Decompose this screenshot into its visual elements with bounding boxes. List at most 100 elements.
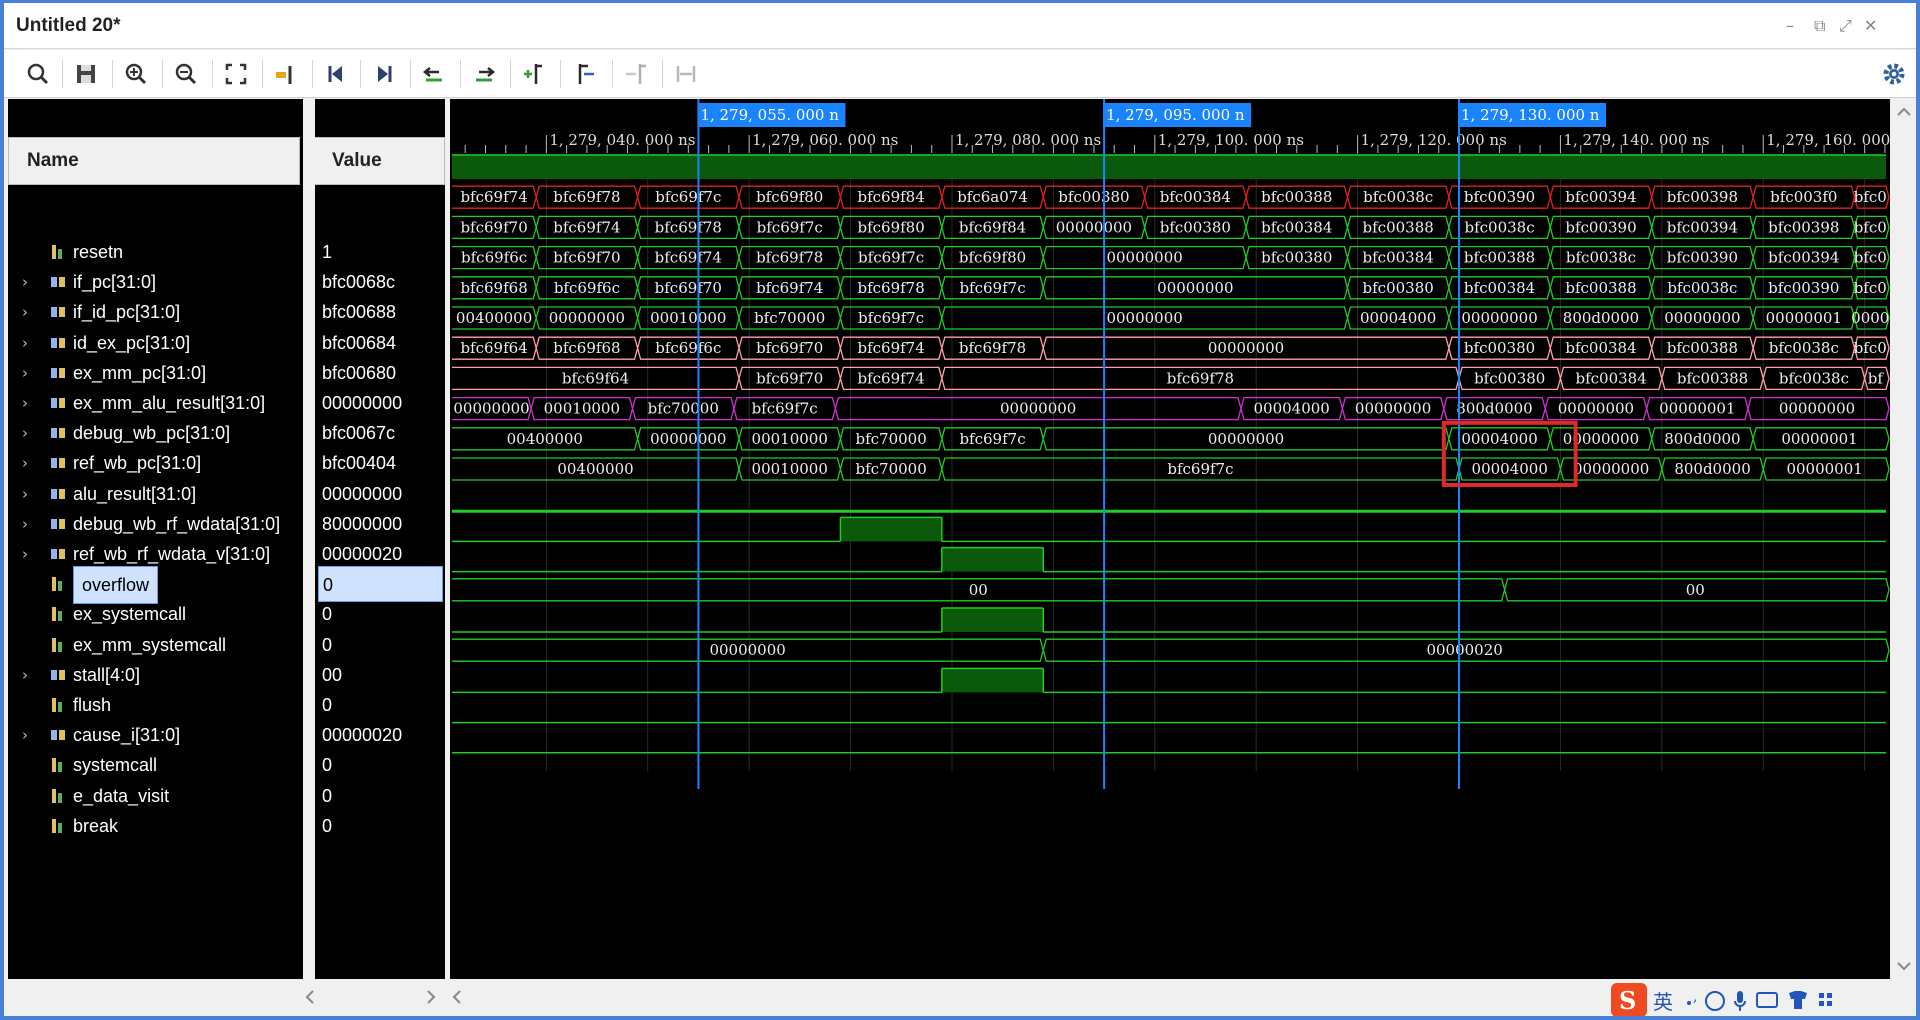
time-axis-label: 1, 279, 040. 000 ns — [549, 131, 695, 149]
bus-value-label: bfc00390 — [1464, 188, 1535, 206]
save-icon[interactable] — [70, 58, 102, 90]
bus-value-label: 800d0000 — [1456, 400, 1532, 418]
bus-value-label: 00000000 — [1106, 309, 1182, 327]
bus-value-label: 00 — [1686, 581, 1705, 599]
signal-name[interactable]: break — [73, 808, 118, 844]
bus-signal-icon — [51, 307, 65, 318]
restore-icon[interactable]: ⧉ — [1814, 16, 1825, 36]
bus-value-label: 00400000 — [557, 460, 633, 478]
time-axis-label: 1, 279, 100. 000 ns — [1158, 131, 1304, 149]
name-column-header[interactable]: Name — [8, 137, 300, 185]
zoom-in-icon[interactable] — [120, 58, 152, 90]
toolbar-separator — [612, 60, 613, 88]
microphone-icon[interactable] — [1734, 991, 1746, 1011]
bus-value-label: 00000001 — [1786, 460, 1862, 478]
bus-value-label: bfc00384 — [1464, 279, 1535, 297]
bus-value-label: bfc69f64 — [460, 339, 527, 357]
waveform-svg[interactable]: 1, 279, 040. 000 ns 1, 279, 060. 000 ns 1,… — [450, 99, 1912, 979]
keyboard-icon[interactable] — [1756, 992, 1778, 1008]
bus-value-label: bfc00394 — [1667, 218, 1738, 236]
bus-value-label: bfc0 — [1854, 249, 1887, 267]
bus-value-label: bfc69f84 — [857, 188, 924, 206]
go-to-start-icon[interactable] — [320, 58, 352, 90]
bit-high-fill — [452, 155, 1886, 179]
bus-value-label: bfc00380 — [1261, 249, 1332, 267]
bus-value-label: 00010000 — [544, 400, 620, 418]
punctuation-icon[interactable]: , — [1687, 989, 1697, 1005]
bus-value-label: 00000001 — [1659, 400, 1735, 418]
minimize-icon[interactable]: – — [1786, 16, 1794, 35]
bus-value-label: bfc0038c — [1769, 339, 1839, 357]
bus-value-label: bfc69f74 — [553, 218, 620, 236]
value-column-header[interactable]: Value — [313, 137, 445, 185]
bus-value-label: bfc69f68 — [460, 279, 527, 297]
bus-value-label: 00000000 — [1664, 309, 1740, 327]
bus-value-label: bfc69f70 — [756, 369, 823, 387]
bus-value-label: bfc00380 — [1474, 369, 1545, 387]
bus-value-label: bfc00398 — [1667, 188, 1738, 206]
go-to-cursor-icon[interactable] — [270, 58, 302, 90]
bus-value-label: bfc00390 — [1667, 249, 1738, 267]
search-icon[interactable] — [22, 58, 54, 90]
bus-value-label: bfc69f7c — [959, 430, 1025, 448]
signal-list-panel: Name Value resetn 1 › if_pc[31:0] bfc0068c › i… — [8, 99, 445, 1016]
bus-value-label: bfc00384 — [1575, 369, 1646, 387]
bus-value-label: bfc69f6c — [554, 279, 620, 297]
bus-value-label: 00000000 — [1573, 460, 1649, 478]
bus-value-label: 00000000 — [1355, 400, 1431, 418]
next-transition-icon[interactable] — [468, 58, 500, 90]
next-marker-icon[interactable] — [620, 58, 652, 90]
bus-signal-icon — [51, 367, 65, 378]
ime-language-label[interactable]: 英 — [1653, 990, 1673, 1014]
bus-value-label: bfc0038c — [1566, 249, 1636, 267]
signal-value: 0 — [322, 815, 333, 836]
zoom-fit-icon[interactable] — [220, 58, 252, 90]
marker-label: 1, 279, 130. 000 n — [1461, 106, 1600, 124]
emoji-icon[interactable] — [1705, 991, 1725, 1011]
bus-value-label: bfc69f64 — [562, 369, 629, 387]
bus-value-label: 00000020 — [1426, 641, 1502, 659]
bus-signal-icon — [51, 730, 65, 741]
swap-cursors-icon[interactable] — [670, 58, 702, 90]
waveform-canvas[interactable]: 1, 279, 040. 000 ns 1, 279, 060. 000 ns 1,… — [450, 99, 1912, 979]
shirt-icon[interactable] — [1789, 991, 1807, 1009]
add-marker-icon[interactable] — [518, 58, 550, 90]
bus-value-label: bfc0038c — [1779, 369, 1849, 387]
bus-value-label: bfc69f74 — [460, 188, 527, 206]
bus-value-label: 00000000 — [1208, 430, 1284, 448]
bus-value-label: bfc69f7c — [858, 309, 924, 327]
bus-value-label: 00004000 — [1472, 460, 1548, 478]
bus-value-label: bfc00388 — [1363, 218, 1434, 236]
previous-marker-icon[interactable] — [570, 58, 602, 90]
maximize-icon[interactable]: ⤢ — [1839, 16, 1852, 36]
bit-signal-icon — [52, 788, 62, 803]
bus-value-label: bfc69f74 — [655, 249, 722, 267]
bus-value-label: 00000001 — [1766, 309, 1842, 327]
bus-value-label: 00004000 — [1360, 309, 1436, 327]
toolbar-separator — [62, 60, 63, 88]
signal-list-hscrollbar[interactable] — [8, 979, 445, 1016]
bus-value-label: bfc00384 — [1363, 249, 1434, 267]
bus-value-label: bfc0 — [1854, 218, 1887, 236]
bus-value-label: 00400000 — [507, 430, 583, 448]
window-title: Untitled 20* — [16, 15, 121, 36]
bus-value-label: 00000001 — [1781, 430, 1857, 448]
gear-icon[interactable] — [1880, 60, 1908, 88]
previous-transition-icon[interactable] — [418, 58, 450, 90]
sogou-ime-icon[interactable]: S — [1611, 983, 1647, 1017]
column-splitter[interactable] — [303, 99, 315, 1016]
bus-value-label: bfc0038c — [1667, 279, 1737, 297]
grid-menu-icon[interactable] — [1819, 993, 1832, 1006]
bus-value-label: bfc69f84 — [959, 218, 1026, 236]
bus-value-label: 0000 — [1851, 309, 1889, 327]
bit-high-fill — [941, 547, 1044, 572]
bus-value-label: bfc69f80 — [756, 188, 823, 206]
bus-signal-icon — [51, 398, 65, 408]
signal-row-break[interactable]: break — [20, 808, 302, 844]
bus-value-label: bfc69f78 — [959, 339, 1026, 357]
close-icon[interactable]: ✕ — [1864, 16, 1877, 35]
bus-value-label: bfc70000 — [855, 430, 926, 448]
zoom-out-icon[interactable] — [170, 58, 202, 90]
go-to-end-icon[interactable] — [368, 58, 400, 90]
waveform-vscrollbar[interactable] — [1892, 99, 1916, 979]
